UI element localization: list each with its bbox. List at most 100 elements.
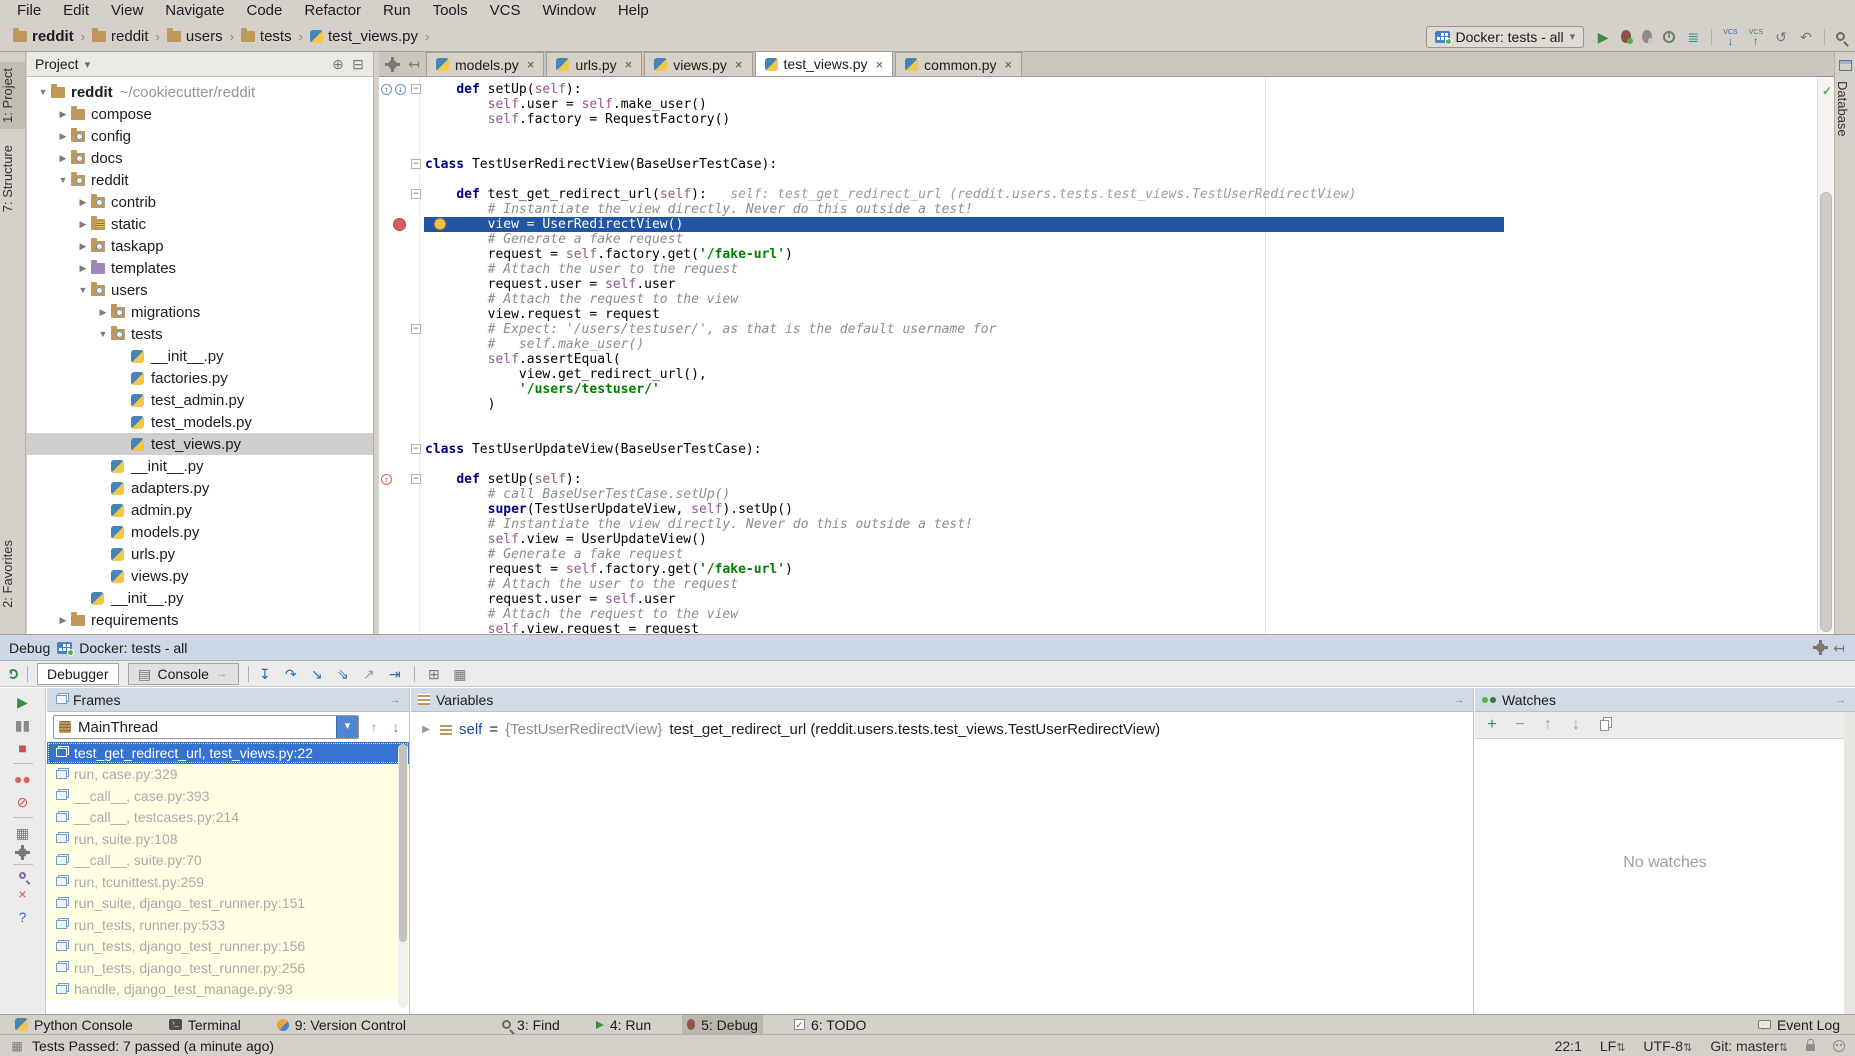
tree-item-users[interactable]: ▼users <box>27 279 373 301</box>
code-line-7[interactable] <box>379 172 1817 187</box>
tree-expand-icon[interactable]: ▶ <box>75 241 91 252</box>
gutter[interactable]: − <box>379 157 424 172</box>
run-icon[interactable]: ▶ <box>1596 29 1610 45</box>
gutter[interactable] <box>379 562 424 577</box>
breadcrumb-reddit[interactable]: reddit <box>10 28 77 45</box>
code-line-4[interactable] <box>379 127 1817 142</box>
close-icon[interactable]: × <box>16 886 30 902</box>
tree-item-test_views-py[interactable]: test_views.py <box>27 433 373 455</box>
tree-item-test_admin-py[interactable]: test_admin.py <box>27 389 373 411</box>
toolwindow-Terminal[interactable]: ›_Terminal <box>164 1015 246 1035</box>
code-line-16[interactable]: view.request = request <box>379 307 1817 322</box>
gutter[interactable] <box>379 502 424 517</box>
breakpoint-icon[interactable] <box>393 218 406 231</box>
tree-expand-icon[interactable]: ▶ <box>95 307 111 318</box>
close-tab-icon[interactable]: × <box>735 57 743 72</box>
hide-panel-icon[interactable]: ↤ <box>407 56 421 72</box>
frame-item-2[interactable]: __call__, case.py:393 <box>47 785 409 807</box>
tree-expand-icon[interactable]: ▶ <box>75 219 91 230</box>
frame-item-8[interactable]: run_tests, runner.py:533 <box>47 914 409 936</box>
tree-expand-icon[interactable]: ▶ <box>55 153 71 164</box>
debug-bug-icon[interactable] <box>1621 30 1631 43</box>
expand-icon[interactable]: ▶ <box>419 722 433 738</box>
code-line-14[interactable]: request.user = self.user <box>379 277 1817 292</box>
gutter[interactable] <box>379 427 424 442</box>
tree-expand-icon[interactable]: ▶ <box>55 131 71 142</box>
breadcrumb-test_views-py[interactable]: test_views.py <box>307 28 421 45</box>
gutter[interactable]: − <box>379 322 424 337</box>
tree-item-reddit[interactable]: ▼reddit <box>27 169 373 191</box>
tree-collapse-icon[interactable]: ▼ <box>75 285 91 295</box>
gutter[interactable] <box>379 292 424 307</box>
code-line-15[interactable]: # Attach the request to the view <box>379 292 1817 307</box>
pin-icon[interactable] <box>19 872 26 879</box>
code-line-28[interactable]: # call BaseUserTestCase.setUp() <box>379 487 1817 502</box>
code-line-30[interactable]: # Instantiate the view directly. Never d… <box>379 517 1817 532</box>
menu-refactor[interactable]: Refactor <box>293 0 372 22</box>
tab-test_views-py[interactable]: test_views.py× <box>755 51 894 76</box>
override-up-icon[interactable]: ↑ <box>381 84 392 95</box>
gutter[interactable] <box>379 307 424 322</box>
step-out-icon[interactable]: ↗ <box>362 666 376 682</box>
tree-collapse-icon[interactable]: ▼ <box>95 329 111 339</box>
tree-item-reddit[interactable]: ▼reddit~/cookiecutter/reddit <box>27 81 373 103</box>
code-line-26[interactable] <box>379 457 1817 472</box>
close-tab-icon[interactable]: × <box>1005 57 1013 72</box>
toolwindow-5--Debug[interactable]: 5: Debug <box>682 1015 763 1035</box>
frame-item-3[interactable]: __call__, testcases.py:214 <box>47 807 409 829</box>
code-line-29[interactable]: super(TestUserUpdateView, self).setUp() <box>379 502 1817 517</box>
gutter[interactable] <box>379 277 424 292</box>
code-line-2[interactable]: self.user = self.make_user() <box>379 97 1817 112</box>
tab-views-py[interactable]: views.py× <box>644 52 752 76</box>
tree-item-__init__-py[interactable]: __init__.py <box>27 345 373 367</box>
gutter[interactable]: − <box>379 187 424 202</box>
coverage-icon[interactable] <box>1642 30 1652 43</box>
code-line-12[interactable]: request = self.factory.get('/fake-url') <box>379 247 1817 262</box>
gutter[interactable] <box>379 172 424 187</box>
frame-item-5[interactable]: __call__, suite.py:70 <box>47 850 409 872</box>
code-line-18[interactable]: # self.make_user() <box>379 337 1817 352</box>
code-line-19[interactable]: self.assertEqual( <box>379 352 1817 367</box>
toolwindow-3--Find[interactable]: 3: Find <box>497 1015 565 1035</box>
undo-icon[interactable]: ↶ <box>1799 29 1813 45</box>
tree-collapse-icon[interactable]: ▼ <box>35 87 51 97</box>
frame-item-11[interactable]: handle, django_test_manage.py:93 <box>47 979 409 1001</box>
tree-collapse-icon[interactable]: ▼ <box>55 175 71 185</box>
menu-window[interactable]: Window <box>531 0 606 22</box>
menu-edit[interactable]: Edit <box>52 0 100 22</box>
previous-frame-icon[interactable]: ↑ <box>367 719 381 735</box>
duplicate-watch-icon[interactable] <box>1600 720 1609 731</box>
thread-dropdown-icon[interactable]: ▾ <box>336 715 358 739</box>
close-tab-icon[interactable]: × <box>876 57 884 72</box>
locate-file-icon[interactable]: ⊕ <box>331 56 345 72</box>
line-ending-selector[interactable]: LF⇅ <box>1600 1038 1626 1054</box>
vcs-down-button[interactable]: VCS↓ <box>1723 29 1737 45</box>
tree-item-config[interactable]: ▶config <box>27 125 373 147</box>
tab-urls-py[interactable]: urls.py× <box>546 52 642 76</box>
tree-item-contrib[interactable]: ▶contrib <box>27 191 373 213</box>
gutter[interactable] <box>379 202 424 217</box>
code-line-6[interactable]: −class TestUserRedirectView(BaseUserTest… <box>379 157 1817 172</box>
fold-marker-icon[interactable]: − <box>411 474 421 484</box>
gutter[interactable]: − <box>379 442 424 457</box>
code-editor[interactable]: ↑↓− def setUp(self): self.user = self.ma… <box>379 77 1817 634</box>
tab-models-py[interactable]: models.py× <box>426 52 544 76</box>
watches-scrollbar[interactable] <box>1844 712 1855 1014</box>
code-line-5[interactable] <box>379 142 1817 157</box>
gutter[interactable] <box>379 232 424 247</box>
gutter[interactable] <box>379 517 424 532</box>
code-line-32[interactable]: # Generate a fake request <box>379 547 1817 562</box>
menu-code[interactable]: Code <box>235 0 293 22</box>
gutter[interactable] <box>379 622 424 634</box>
collapse-all-icon[interactable]: ⊟ <box>351 56 365 72</box>
status-icon[interactable]: ▦ <box>10 1038 24 1054</box>
gutter[interactable]: ↑− <box>379 472 424 487</box>
code-line-37[interactable]: self.view.request = request <box>379 622 1817 634</box>
view-breakpoints-icon[interactable]: ●● <box>14 771 31 787</box>
breadcrumb-users[interactable]: users <box>164 28 226 45</box>
fold-marker-icon[interactable]: − <box>411 189 421 199</box>
caret-position[interactable]: 22:1 <box>1555 1038 1582 1054</box>
code-line-20[interactable]: view.get_redirect_url(), <box>379 367 1817 382</box>
code-line-23[interactable] <box>379 412 1817 427</box>
encoding-selector[interactable]: UTF-8⇅ <box>1643 1038 1692 1054</box>
